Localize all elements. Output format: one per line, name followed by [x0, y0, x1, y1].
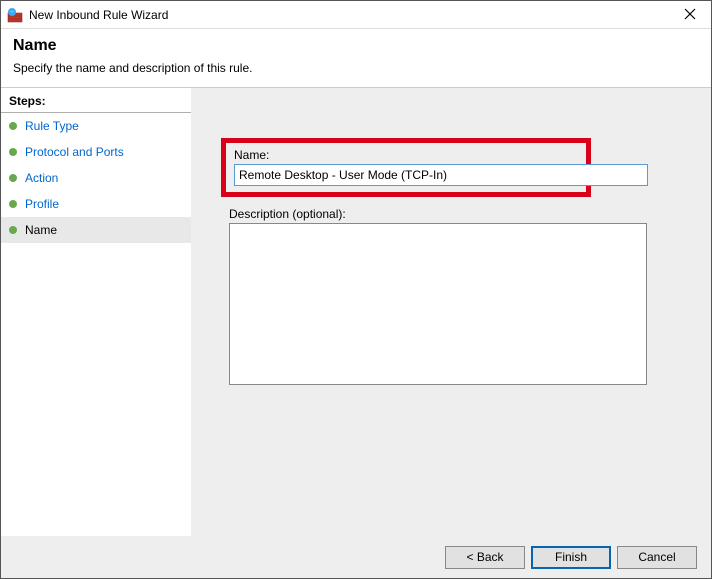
bullet-icon [9, 148, 17, 156]
button-footer: < Back Finish Cancel [1, 536, 711, 578]
name-input[interactable] [234, 164, 648, 186]
step-label: Action [25, 171, 58, 185]
close-icon [684, 7, 696, 23]
content-panel: Name: Description (optional): [191, 88, 711, 550]
step-name[interactable]: Name [1, 217, 191, 243]
name-label: Name: [234, 148, 578, 162]
step-label: Name [25, 223, 57, 237]
close-button[interactable] [669, 1, 711, 28]
bullet-icon [9, 200, 17, 208]
wizard-dialog: New Inbound Rule Wizard Name Specify the… [0, 0, 712, 579]
finish-button[interactable]: Finish [531, 546, 611, 569]
bullet-icon [9, 122, 17, 130]
back-button[interactable]: < Back [445, 546, 525, 569]
window-title: New Inbound Rule Wizard [29, 8, 669, 22]
step-action[interactable]: Action [1, 165, 191, 191]
firewall-icon [7, 7, 23, 23]
steps-heading: Steps: [1, 92, 191, 113]
wizard-header: Name Specify the name and description of… [1, 29, 711, 88]
cancel-button[interactable]: Cancel [617, 546, 697, 569]
step-profile[interactable]: Profile [1, 191, 191, 217]
bullet-icon [9, 226, 17, 234]
step-label: Rule Type [25, 119, 79, 133]
page-description: Specify the name and description of this… [13, 61, 699, 75]
step-protocol-ports[interactable]: Protocol and Ports [1, 139, 191, 165]
highlight-box: Name: [221, 138, 591, 197]
page-title: Name [13, 37, 699, 55]
titlebar: New Inbound Rule Wizard [1, 1, 711, 29]
description-label: Description (optional): [229, 207, 693, 221]
step-label: Protocol and Ports [25, 145, 124, 159]
step-label: Profile [25, 197, 59, 211]
step-rule-type[interactable]: Rule Type [1, 113, 191, 139]
description-input[interactable] [229, 223, 647, 385]
steps-panel: Steps: Rule Type Protocol and Ports Acti… [1, 88, 191, 550]
bullet-icon [9, 174, 17, 182]
